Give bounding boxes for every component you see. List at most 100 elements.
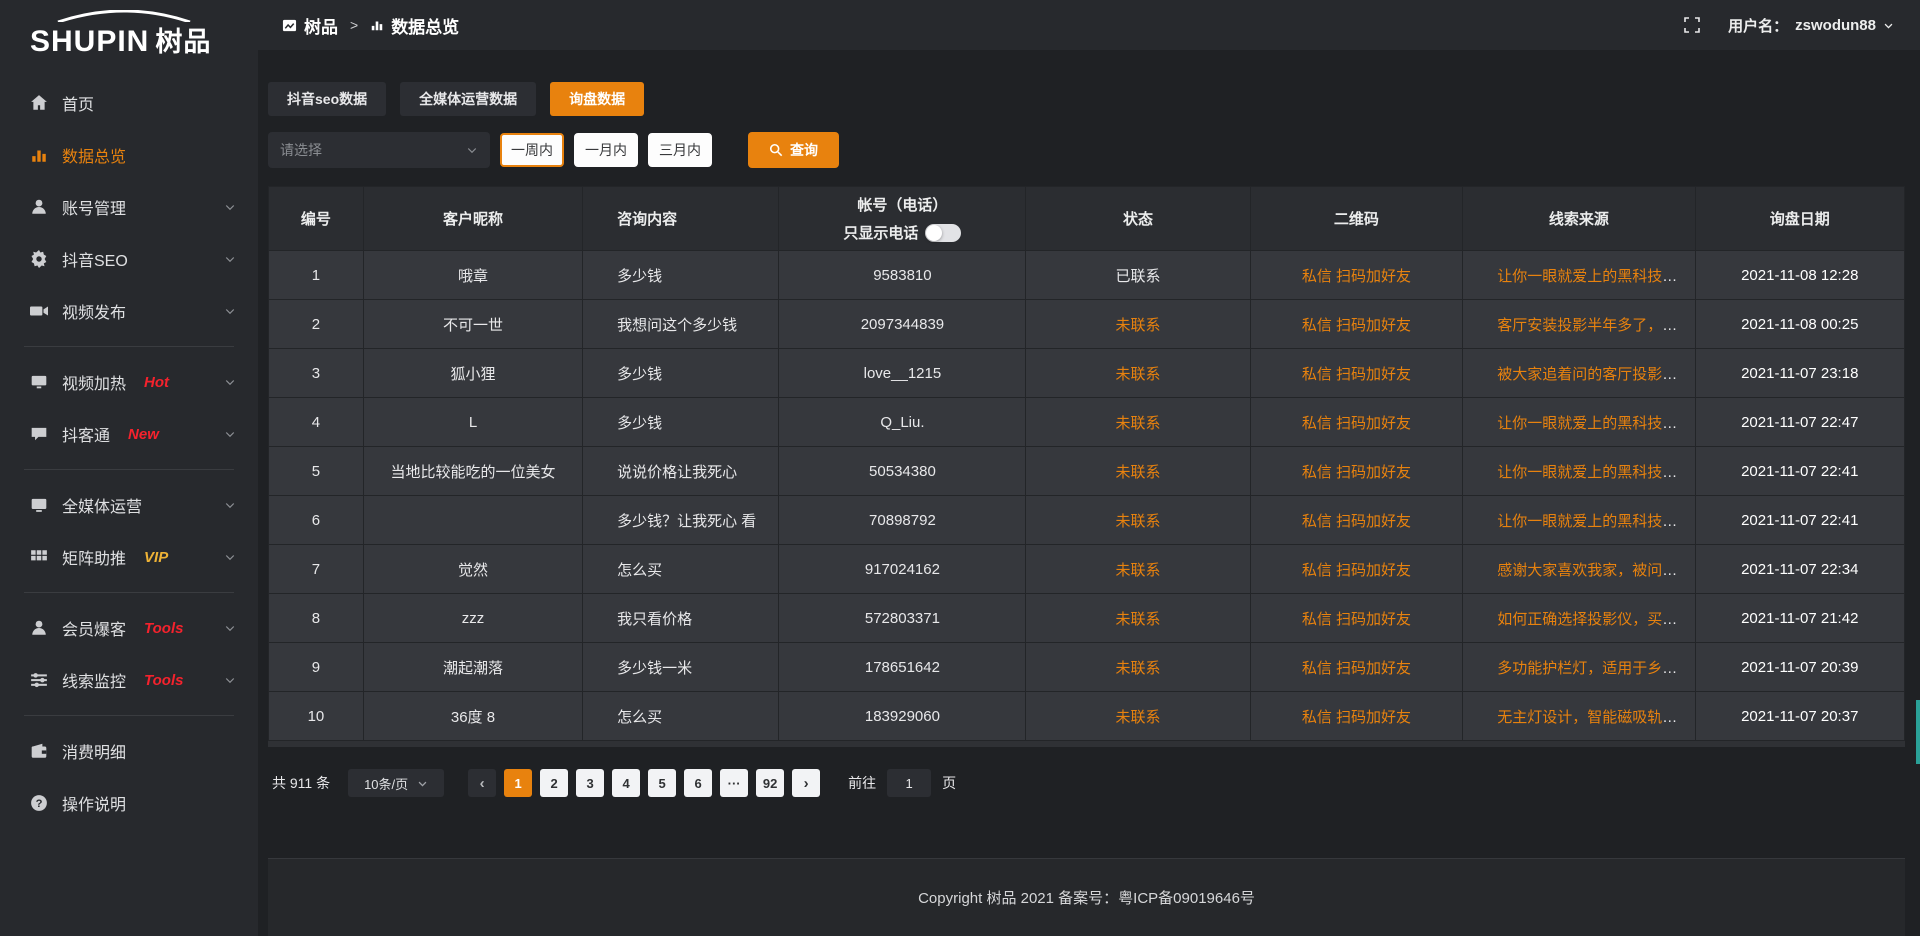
cell-nickname: L <box>363 398 582 447</box>
sidebar-item-lead-monitor[interactable]: 线索监控 Tools <box>0 654 258 706</box>
sidebar-item-omnimedia[interactable]: 全媒体运营 <box>0 479 258 531</box>
qr-links[interactable]: 私信 扫码加好友 <box>1302 366 1411 383</box>
col-header-content: 咨询内容 <box>583 187 779 251</box>
logo-text-cn: 树品 <box>155 27 211 57</box>
cell-qrcode: 私信 扫码加好友 <box>1250 692 1463 741</box>
page-button[interactable]: 92 <box>756 769 784 797</box>
page-button[interactable]: 5 <box>648 769 676 797</box>
page-button[interactable]: 6 <box>684 769 712 797</box>
source-link[interactable]: 让你一眼就爱上的黑科技，能... <box>1497 513 1695 530</box>
qr-links[interactable]: 私信 扫码加好友 <box>1302 415 1411 432</box>
gear-icon <box>30 250 48 268</box>
member-icon <box>30 619 48 637</box>
sidebar-item-member-burst[interactable]: 会员爆客 Tools <box>0 602 258 654</box>
cell-content: 多少钱 <box>583 349 779 398</box>
username-label: 用户名： <box>1728 15 1788 36</box>
page-button[interactable]: 3 <box>576 769 604 797</box>
source-link[interactable]: 被大家追着问的客厅投影分享... <box>1497 366 1695 383</box>
qr-links[interactable]: 私信 扫码加好友 <box>1302 317 1411 334</box>
cell-content: 怎么买 <box>583 545 779 594</box>
tab-omnimedia-data[interactable]: 全媒体运营数据 <box>400 82 536 116</box>
source-link[interactable]: 多功能护栏灯，适用于乡村文... <box>1497 660 1695 677</box>
next-page-button[interactable]: › <box>792 769 820 797</box>
qr-links[interactable]: 私信 扫码加好友 <box>1302 464 1411 481</box>
sidebar-item-consumption-detail[interactable]: 消费明细 <box>0 725 258 777</box>
cell-date: 2021-11-07 20:37 <box>1695 692 1904 741</box>
cell-account: 572803371 <box>779 594 1026 643</box>
sidebar-item-video-heat[interactable]: 视频加热 Hot <box>0 356 258 408</box>
sidebar-item-label: 全媒体运营 <box>62 493 142 517</box>
qr-links[interactable]: 私信 扫码加好友 <box>1302 660 1411 677</box>
tab-inquiry-data[interactable]: 询盘数据 <box>550 82 644 116</box>
source-link[interactable]: 无主灯设计，智能磁吸轨道灯... <box>1497 709 1695 726</box>
chevron-down-icon <box>224 551 236 563</box>
inquiry-table: 编号 客户昵称 咨询内容 帐号（电话） 只显示电话 <box>268 186 1905 741</box>
fullscreen-icon[interactable] <box>1684 17 1700 33</box>
source-link[interactable]: 如何正确选择投影仪，买投影... <box>1497 611 1695 628</box>
range-one-week[interactable]: 一周内 <box>500 133 564 167</box>
cell-account: 917024162 <box>779 545 1026 594</box>
cell-qrcode: 私信 扫码加好友 <box>1250 643 1463 692</box>
page-size-select[interactable]: 10条/页 <box>348 769 444 797</box>
user-menu[interactable]: 用户名： zswodun88 <box>1728 15 1894 36</box>
goto-page-input[interactable]: 1 <box>887 769 931 797</box>
cell-nickname: 狐小狸 <box>363 349 582 398</box>
bar-chart-icon <box>370 18 384 32</box>
user-icon <box>30 198 48 216</box>
qr-links[interactable]: 私信 扫码加好友 <box>1302 562 1411 579</box>
app-icon <box>282 18 297 33</box>
sidebar-item-help[interactable]: ? 操作说明 <box>0 777 258 829</box>
phone-only-toggle[interactable] <box>925 224 961 242</box>
range-one-month[interactable]: 一月内 <box>574 133 638 167</box>
qr-links[interactable]: 私信 扫码加好友 <box>1302 513 1411 530</box>
source-link[interactable]: 客厅安装投影半年多了，真实... <box>1497 317 1695 334</box>
main-area: 树品 > 数据总览 用户名： zswodun88 抖音seo数据 全媒体运营数据 <box>258 0 1920 936</box>
cell-status: 未联系 <box>1026 594 1250 643</box>
home-icon <box>30 94 48 112</box>
sidebar-item-doutong[interactable]: 抖客通 New <box>0 408 258 460</box>
cell-source: 让你一眼就爱上的黑科技，能... <box>1463 251 1695 300</box>
cell-status: 未联系 <box>1026 398 1250 447</box>
page-ellipsis-button[interactable]: ··· <box>720 769 748 797</box>
goto-label: 前往 <box>848 773 876 793</box>
sidebar-item-account-mgmt[interactable]: 账号管理 <box>0 181 258 233</box>
breadcrumb-home[interactable]: 树品 <box>282 13 338 38</box>
cell-nickname: 当地比较能吃的一位美女 <box>363 447 582 496</box>
sidebar-item-label: 操作说明 <box>62 791 126 815</box>
username-value: zswodun88 <box>1795 17 1876 34</box>
cell-content: 我只看价格 <box>583 594 779 643</box>
sidebar-item-douyin-seo[interactable]: 抖音SEO <box>0 233 258 285</box>
prev-page-button[interactable]: ‹ <box>468 769 496 797</box>
cell-nickname <box>363 496 582 545</box>
cell-no: 1 <box>269 251 364 300</box>
sidebar-item-matrix-boost[interactable]: 矩阵助推 VIP <box>0 531 258 583</box>
qr-links[interactable]: 私信 扫码加好友 <box>1302 611 1411 628</box>
chevron-down-icon <box>417 778 428 789</box>
cell-source: 让你一眼就爱上的黑科技，能... <box>1463 447 1695 496</box>
chevron-down-icon <box>224 201 236 213</box>
sidebar-item-video-publish[interactable]: 视频发布 <box>0 285 258 337</box>
sidebar: SHUPIN树品 首页 数据总览 账号管理 抖音SEO <box>0 0 258 936</box>
source-link[interactable]: 让你一眼就爱上的黑科技，能... <box>1497 464 1695 481</box>
source-link[interactable]: 感谢大家喜欢我家，被问了好... <box>1497 562 1695 579</box>
sidebar-item-home[interactable]: 首页 <box>0 77 258 129</box>
account-select[interactable]: 请选择 <box>268 132 490 168</box>
source-link[interactable]: 让你一眼就爱上的黑科技，能... <box>1497 268 1695 285</box>
chevron-down-icon <box>1883 20 1894 31</box>
qr-links[interactable]: 私信 扫码加好友 <box>1302 709 1411 726</box>
page-button[interactable]: 1 <box>504 769 532 797</box>
page-button[interactable]: 4 <box>612 769 640 797</box>
query-button[interactable]: 查询 <box>748 132 839 168</box>
range-three-months[interactable]: 三月内 <box>648 133 712 167</box>
breadcrumb: 树品 > 数据总览 <box>282 13 459 38</box>
select-placeholder: 请选择 <box>280 140 322 160</box>
qr-links[interactable]: 私信 扫码加好友 <box>1302 268 1411 285</box>
cell-date: 2021-11-08 00:25 <box>1695 300 1904 349</box>
source-link[interactable]: 让你一眼就爱上的黑科技，能... <box>1497 415 1695 432</box>
tab-douyin-seo-data[interactable]: 抖音seo数据 <box>268 82 386 116</box>
scrollbar-thumb[interactable] <box>1916 700 1920 764</box>
cell-status: 未联系 <box>1026 349 1250 398</box>
sidebar-item-data-overview[interactable]: 数据总览 <box>0 129 258 181</box>
menu-divider <box>24 715 234 716</box>
page-button[interactable]: 2 <box>540 769 568 797</box>
